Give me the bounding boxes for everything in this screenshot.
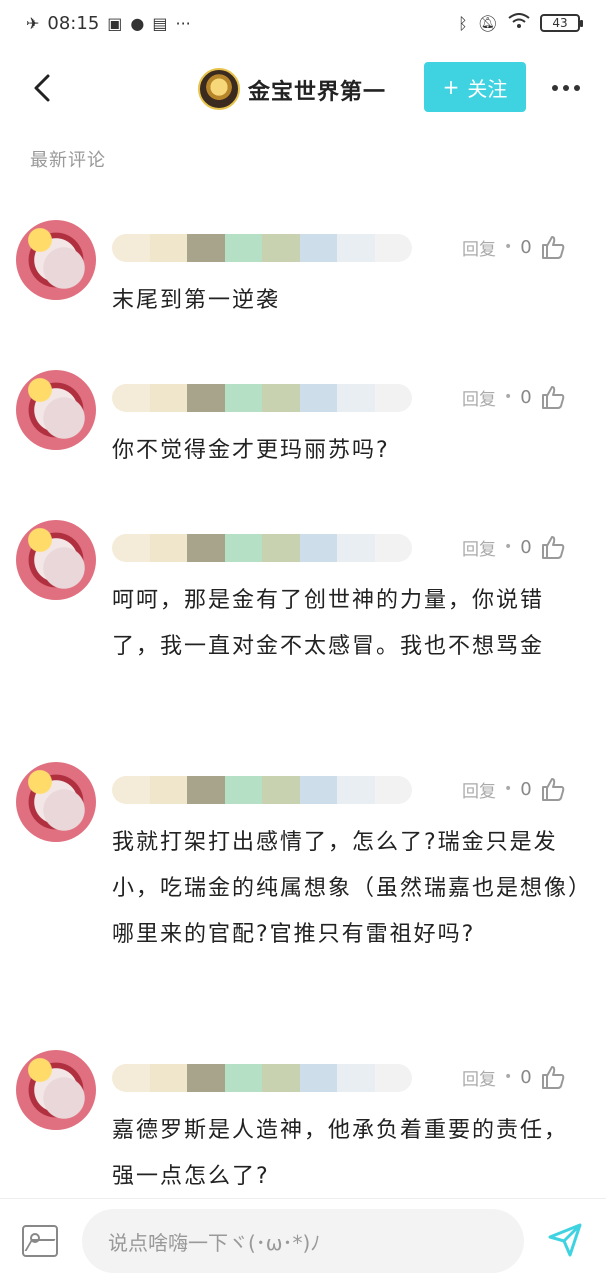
comment-text: 你不觉得金才更玛丽苏吗?: [112, 438, 390, 463]
more-horizontal-icon: [552, 85, 580, 91]
comment-actions: 回复 • 0: [462, 774, 566, 804]
like-count: 0: [520, 778, 532, 800]
back-button[interactable]: [22, 68, 62, 108]
username-redacted[interactable]: [112, 776, 412, 804]
thumbs-up-icon[interactable]: [540, 384, 566, 410]
comment-input-placeholder: 说点啥嗨一下ヾ(･ω･*)ﾉ: [108, 1230, 321, 1255]
thumbs-up-icon[interactable]: [540, 534, 566, 560]
thumbs-up-icon[interactable]: [540, 1064, 566, 1090]
comment-text: 我就打架打出感情了，怎么了?瑞金只是发小，吃瑞金的纯属想象（虽然瑞嘉也是想像）哪…: [112, 830, 582, 947]
username-redacted[interactable]: [112, 384, 412, 412]
separator-dot: •: [504, 781, 513, 797]
airplane-icon: ✈: [26, 13, 40, 33]
comment-actions: 回复 • 0: [462, 382, 566, 412]
comment-text: 呵呵，那是金有了创世神的力量，你说错了，我一直对金不太感冒。我也不想骂金: [112, 588, 545, 659]
reply-button[interactable]: 回复: [462, 535, 496, 560]
like-count: 0: [520, 536, 532, 558]
status-bar: ✈ 08:15 ▣ ● ▤ ··· ᛒ 🔕︎ 43: [0, 0, 606, 46]
message-icon: ▤: [152, 13, 168, 33]
wechat-icon: ●: [130, 13, 145, 33]
send-icon: [548, 1223, 582, 1257]
avatar[interactable]: [16, 762, 96, 842]
more-options-button[interactable]: [548, 70, 584, 106]
separator-dot: •: [504, 539, 513, 555]
separator-dot: •: [504, 389, 513, 405]
username-redacted[interactable]: [112, 234, 412, 262]
mute-icon: 🔕︎: [477, 13, 498, 33]
username-redacted[interactable]: [112, 1064, 412, 1092]
comment-actions: 回复 • 0: [462, 232, 566, 262]
reply-button[interactable]: 回复: [462, 235, 496, 260]
status-time: 08:15: [47, 12, 100, 34]
status-left: ✈ 08:15 ▣ ● ▤ ···: [26, 10, 191, 36]
section-label-latest-comments: 最新评论: [30, 150, 106, 171]
thumbs-up-icon[interactable]: [540, 776, 566, 802]
topic-title[interactable]: 金宝世界第一: [248, 74, 386, 106]
comment-input-bar: 说点啥嗨一下ヾ(･ω･*)ﾉ: [0, 1198, 606, 1280]
follow-label: 关注: [467, 76, 508, 101]
comment-text: 嘉德罗斯是人造神，他承负着重要的责任，强一点怎么了?: [112, 1118, 569, 1189]
like-count: 0: [520, 386, 532, 408]
reply-button[interactable]: 回复: [462, 777, 496, 802]
send-button[interactable]: [544, 1219, 586, 1261]
plus-icon: +: [442, 75, 460, 99]
wifi-icon: [508, 13, 530, 33]
reply-button[interactable]: 回复: [462, 1065, 496, 1090]
comment-actions: 回复 • 0: [462, 532, 566, 562]
more-notifications-icon: ···: [175, 13, 191, 33]
reply-button[interactable]: 回复: [462, 385, 496, 410]
battery-indicator: 43: [540, 14, 583, 32]
comment-input[interactable]: 说点啥嗨一下ヾ(･ω･*)ﾉ: [82, 1209, 524, 1273]
comment-text: 末尾到第一逆袭: [112, 288, 281, 313]
like-count: 0: [520, 1066, 532, 1088]
avatar[interactable]: [16, 1050, 96, 1130]
bluetooth-icon: ᛒ: [458, 13, 468, 33]
follow-button[interactable]: + 关注: [424, 62, 526, 112]
avatar[interactable]: [16, 520, 96, 600]
separator-dot: •: [504, 239, 513, 255]
chevron-left-icon: [34, 74, 50, 102]
comment-actions: 回复 • 0: [462, 1062, 566, 1092]
separator-dot: •: [504, 1069, 513, 1085]
image-picker-icon[interactable]: [22, 1225, 58, 1257]
thumbs-up-icon[interactable]: [540, 234, 566, 260]
top-bar: 金宝世界第一 + 关注: [0, 50, 606, 126]
app-icon: ▣: [107, 13, 123, 33]
username-redacted[interactable]: [112, 534, 412, 562]
like-count: 0: [520, 236, 532, 258]
avatar[interactable]: [16, 370, 96, 450]
topic-avatar[interactable]: [198, 68, 240, 110]
status-right: ᛒ 🔕︎ 43: [458, 10, 583, 36]
avatar[interactable]: [16, 220, 96, 300]
